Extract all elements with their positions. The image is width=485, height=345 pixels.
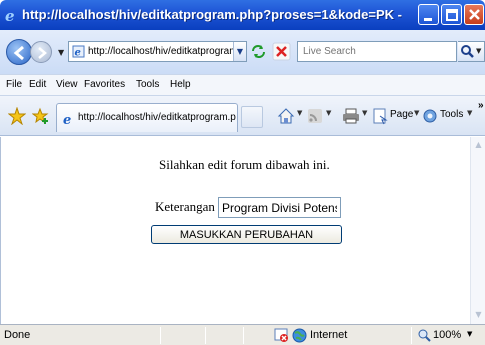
minimize-button[interactable] [418, 4, 439, 25]
new-tab-button[interactable] [241, 106, 263, 128]
page-icon: e [63, 113, 71, 126]
ie-logo-icon: e [5, 7, 15, 23]
status-text: Done [4, 329, 31, 341]
title-bar: e http://localhost/hiv/editkatprogram.ph… [0, 0, 485, 30]
menu-edit[interactable]: Edit [29, 79, 46, 90]
page-content: Silahkan edit forum dibawah ini. Keteran… [0, 137, 470, 324]
forward-arrow-icon [38, 47, 47, 59]
page-dropdown[interactable]: ▼ [414, 109, 419, 117]
refresh-button[interactable] [249, 42, 268, 61]
page-menu-icon[interactable] [372, 107, 388, 125]
search-button[interactable]: ▼ [458, 41, 485, 62]
zoom-icon[interactable] [418, 329, 431, 342]
tools-dropdown[interactable]: ▼ [467, 109, 472, 117]
search-box [297, 41, 457, 62]
zoom-level[interactable]: 100% [433, 329, 461, 341]
keterangan-label: Keterangan : [155, 199, 222, 214]
popup-blocker-icon[interactable] [274, 328, 289, 343]
forward-button[interactable] [30, 41, 52, 63]
home-dropdown[interactable]: ▼ [297, 109, 302, 117]
navigation-bar: ▼ e ▼ ▼ [0, 30, 485, 74]
feeds-icon[interactable] [307, 107, 323, 125]
svg-text:e: e [63, 113, 71, 126]
search-input[interactable] [303, 44, 443, 59]
back-button[interactable] [6, 39, 32, 65]
status-divider [243, 327, 244, 344]
status-divider [411, 327, 412, 344]
tab-label: http://localhost/hiv/editkatprogram.p... [78, 112, 236, 123]
close-icon [469, 9, 480, 20]
minimize-icon [424, 18, 432, 21]
url-input[interactable] [88, 43, 234, 60]
window-title: http://localhost/hiv/editkatprogram.php?… [22, 7, 402, 22]
feeds-dropdown[interactable]: ▼ [326, 109, 331, 117]
tab-current[interactable]: e http://localhost/hiv/editkatprogram.p.… [56, 103, 238, 132]
toolbar-overflow-chevron[interactable]: » [478, 100, 484, 111]
submit-button[interactable]: MASUKKAN PERUBAHAN [151, 225, 342, 244]
recent-pages-dropdown[interactable]: ▼ [58, 48, 64, 57]
address-bar: e ▼ [68, 41, 247, 62]
keterangan-input[interactable] [218, 197, 341, 218]
close-button[interactable] [464, 4, 484, 25]
maximize-icon [446, 9, 458, 21]
menu-help[interactable]: Help [170, 79, 191, 90]
menu-view[interactable]: View [56, 79, 78, 90]
zoom-dropdown[interactable]: ▼ [467, 330, 472, 338]
svg-text:e: e [5, 7, 15, 23]
print-dropdown[interactable]: ▼ [362, 109, 367, 117]
search-options-dropdown[interactable]: ▼ [476, 47, 481, 55]
add-favorites-icon[interactable] [32, 107, 50, 125]
menu-favorites[interactable]: Favorites [84, 79, 125, 90]
favorites-center-icon[interactable] [8, 107, 26, 125]
scroll-up-icon[interactable]: ▲ [473, 140, 484, 151]
search-icon [461, 45, 474, 58]
vertical-scrollbar[interactable]: ▲ ▼ [470, 137, 485, 324]
zone-label: Internet [310, 329, 348, 341]
status-divider [160, 327, 161, 344]
menu-file[interactable]: File [6, 79, 22, 90]
scroll-down-icon[interactable]: ▼ [473, 310, 484, 321]
stop-button[interactable] [272, 42, 291, 61]
internet-zone-icon [292, 328, 307, 343]
menu-bar: File Edit View Favorites Tools Help [0, 74, 485, 96]
tools-gear-icon[interactable] [422, 107, 438, 125]
status-divider [205, 327, 206, 344]
tools-menu-label[interactable]: Tools [440, 109, 463, 120]
page-menu-label[interactable]: Page [390, 109, 413, 120]
print-icon[interactable] [342, 107, 360, 125]
status-bar: Done Internet 100% ▼ [0, 324, 485, 345]
menu-tools[interactable]: Tools [136, 79, 159, 90]
svg-text:e: e [75, 48, 81, 59]
edit-instruction: Silahkan edit forum dibawah ini. [159, 157, 330, 172]
page-icon: e [72, 45, 85, 58]
maximize-button[interactable] [441, 4, 462, 25]
address-dropdown-button[interactable]: ▼ [233, 42, 246, 61]
home-icon[interactable] [277, 107, 295, 125]
tab-toolbar: e http://localhost/hiv/editkatprogram.p.… [0, 96, 485, 136]
